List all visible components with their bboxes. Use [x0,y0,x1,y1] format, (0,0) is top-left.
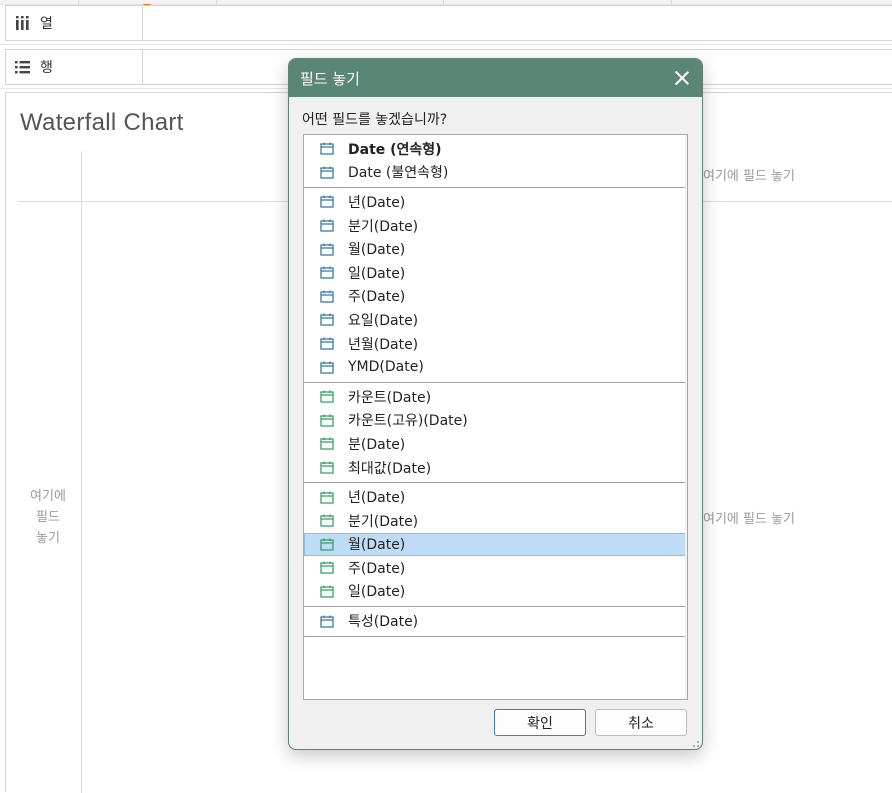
columns-shelf: 열 [5,5,892,41]
field-option[interactable]: 카운트(고유)(Date) [304,409,686,433]
dialog-titlebar[interactable]: 필드 놓기 [289,59,702,97]
calendar-icon [320,142,334,155]
calendar-icon [320,313,334,327]
calendar-icon [320,615,334,628]
field-option[interactable]: 주(Date) [304,556,686,580]
dialog-title: 필드 놓기 [300,69,360,88]
drop-hint-main[interactable]: 여기에 필드 놓기 [703,509,795,530]
close-icon[interactable] [672,68,692,88]
field-option-label: 월(Date) [348,537,406,554]
drop-hint-left[interactable]: 여기에 필드 놓기 [20,486,76,549]
field-option-label: 주(Date) [348,289,406,306]
field-group: Date (연속형) Date (불연속형) [304,135,686,189]
calendar-icon [320,491,334,504]
field-option-label: 년(Date) [348,194,406,211]
field-option-label: 분기(Date) [348,513,419,530]
field-option-label: Date (불연속형) [348,165,449,182]
field-option-label: 년(Date) [348,490,406,507]
field-option[interactable]: 월(Date) [304,237,686,261]
calendar-icon [320,437,334,451]
field-option[interactable]: 특성(Date) [304,609,686,633]
field-option-label: 분기(Date) [348,218,419,235]
field-option[interactable]: Date (불연속형) [304,161,686,185]
field-option-label: 최대값(Date) [348,460,432,477]
field-option[interactable]: 년월(Date) [304,332,686,356]
field-options-list[interactable]: Date (연속형) Date (불연속형) 년(Date) 분기(Date) 월(Da… [303,134,688,700]
field-option-label: 요일(Date) [348,312,419,329]
field-option[interactable]: 년(Date) [304,190,686,214]
calendar-icon [320,290,334,303]
calendar-icon [320,243,334,256]
drop-hint-left-line: 놓기 [36,531,60,546]
field-option[interactable]: 분(Date) [304,432,686,456]
rows-label-text: 행 [40,60,53,76]
cancel-button[interactable]: 취소 [595,709,687,736]
calendar-icon [320,585,334,598]
drop-hint-left-line: 여기에 [30,489,66,504]
row-header-divider [81,151,82,793]
calendar-icon [320,561,334,575]
field-option[interactable]: 일(Date) [304,261,686,285]
columns-icon [15,16,30,30]
drop-hint-left-line: 필드 [36,510,60,525]
field-option-label: YMD(Date) [348,359,424,376]
calendar-icon [320,219,334,232]
calendar-icon [320,390,334,403]
columns-drop-area[interactable] [143,6,892,40]
field-option[interactable]: 월(Date) [304,532,686,557]
calendar-icon [320,538,334,551]
strip-tick [78,0,79,4]
calendar-icon [320,414,334,427]
field-option[interactable]: 요일(Date) [304,308,686,332]
columns-shelf-label: 열 [6,6,143,40]
sheet-title[interactable]: Waterfall Chart [20,109,184,137]
drop-field-dialog: 필드 놓기 어떤 필드를 놓겠습니까? Date (연속형) Date (불연속형… [288,58,703,750]
field-option[interactable]: 카운트(Date) [304,385,686,409]
field-group: 특성(Date) [304,607,686,637]
field-option[interactable]: 일(Date) [304,580,686,604]
strip-tick [216,0,217,4]
calendar-icon [320,361,334,374]
rows-shelf-label: 행 [6,50,143,84]
field-group: 카운트(Date) 카운트(고유)(Date) 분(Date) 최대값(Date) [304,383,686,484]
field-option-label: 일(Date) [348,584,406,601]
columns-label-text: 열 [40,16,53,32]
field-group: 년(Date) 분기(Date) 월(Date) 일(Date) 주(Date) 요일(D… [304,188,686,383]
field-option-label: 일(Date) [348,265,406,282]
calendar-icon [320,514,334,527]
field-option[interactable]: 분기(Date) [304,509,686,533]
field-option-label: 카운트(고유)(Date) [348,413,468,430]
strip-tick [671,0,672,4]
rows-icon [15,60,30,74]
strip-tick [443,0,444,4]
field-option[interactable]: Date (연속형) [304,137,686,161]
calendar-icon [320,461,334,474]
drop-hint-top-right[interactable]: 여기에 필드 놓기 [703,166,795,187]
field-option-label: 카운트(Date) [348,389,432,406]
field-option[interactable]: 주(Date) [304,285,686,309]
calendar-icon [320,195,334,209]
field-option-label: 월(Date) [348,242,406,259]
field-option-label: 주(Date) [348,560,406,577]
field-option[interactable]: 년(Date) [304,485,686,509]
field-option-label: 분(Date) [348,436,406,453]
shelf-divider [0,44,892,45]
ok-button[interactable]: 확인 [494,709,586,736]
field-option-label: Date (연속형) [348,141,442,158]
field-option-label: 특성(Date) [348,614,419,631]
field-option[interactable]: 분기(Date) [304,214,686,238]
calendar-icon [320,266,334,279]
field-option[interactable]: 최대값(Date) [304,456,686,480]
calendar-icon [320,337,334,350]
dialog-question: 어떤 필드를 놓겠습니까? [302,112,448,128]
calendar-icon [320,166,334,179]
list-scrollbar-track [685,135,687,699]
resize-grip-icon[interactable] [689,736,699,747]
field-option[interactable]: YMD(Date) [304,355,686,379]
field-option-label: 년월(Date) [348,336,419,353]
field-group: 년(Date) 분기(Date) 월(Date) 주(Date) 일(Date) [304,483,686,608]
